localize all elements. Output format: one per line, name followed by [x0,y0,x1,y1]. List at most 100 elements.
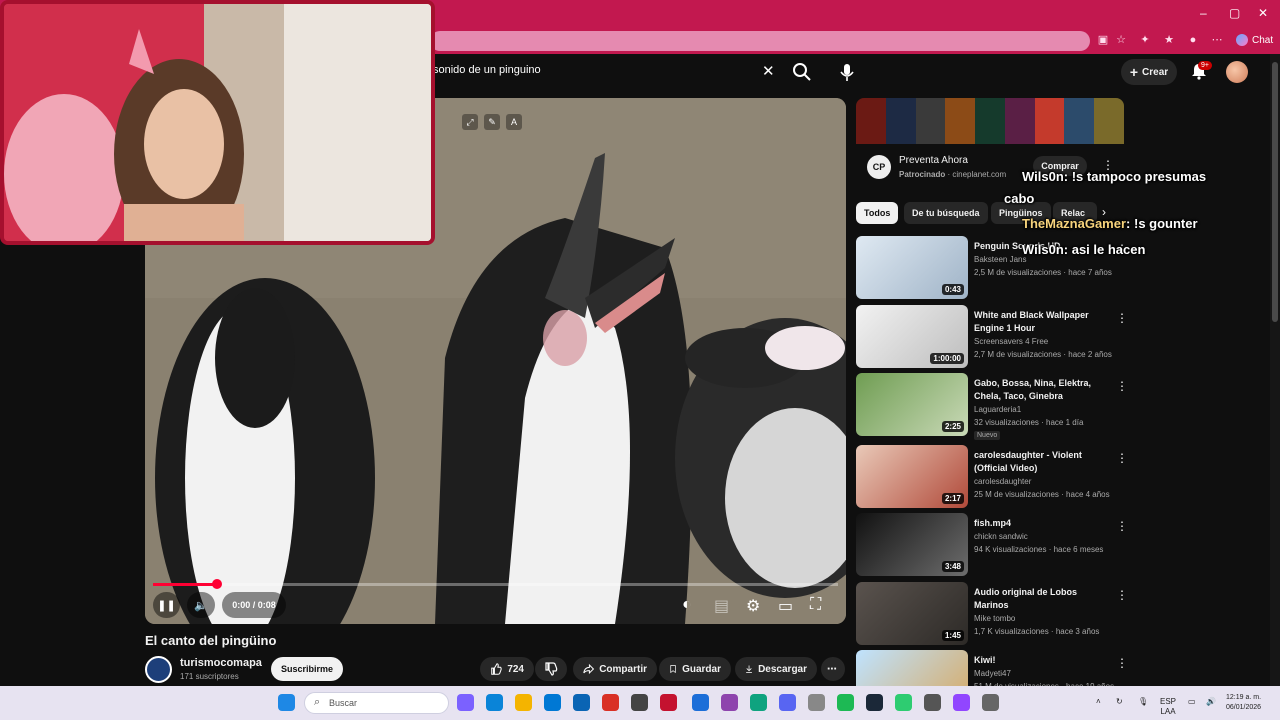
autoplay-toggle-icon[interactable]: ◐ [682,596,700,614]
tray-mic-icon[interactable]: 🎙 [1138,697,1148,706]
rec-channel[interactable]: Madyeti47 [974,667,1011,680]
fullscreen-icon[interactable]: ⛶ [810,596,828,614]
copilot-chat-button[interactable]: Chat [1232,31,1277,49]
edge-app-icon[interactable] [486,694,503,711]
split-screen-icon[interactable]: ▣ [1096,33,1110,47]
rec-title[interactable]: fish.mp4 [974,517,1106,530]
messaging-app-icon[interactable] [692,694,709,711]
ad-banner-image[interactable] [856,98,1124,144]
rec-channel[interactable]: Screensavers 4 Free [974,335,1048,348]
tray-chevron-icon[interactable]: ˄ [1096,697,1101,706]
share-button[interactable]: Compartir [573,657,657,681]
rec-channel[interactable]: Baksteen Jans [974,253,1026,266]
dislike-button[interactable] [535,657,567,681]
tool-app-icon[interactable] [982,694,999,711]
rec-thumbnail[interactable]: 2:17 [856,445,968,508]
taskbar-search[interactable]: ⌕ Buscar [304,692,449,714]
rec-menu-icon[interactable]: ⋮ [1116,588,1128,602]
create-button[interactable]: + Crear [1121,59,1177,85]
windows-start-icon[interactable] [278,694,295,711]
rec-thumbnail[interactable]: 1:00:00 [856,305,968,368]
maximize-button[interactable]: ▢ [1229,6,1240,20]
favorite-star-icon[interactable]: ☆ [1114,33,1128,47]
steam-app-icon[interactable] [866,694,883,711]
address-bar[interactable] [430,31,1090,51]
outlook-app-icon[interactable] [573,694,590,711]
channel-name[interactable]: turismocomapa [180,657,262,669]
tray-volume-icon[interactable]: 🔊 [1206,697,1216,706]
progress-scrubber[interactable] [212,579,222,589]
obs-app-icon[interactable] [924,694,941,711]
extensions-icon[interactable]: ✦ [1138,33,1152,47]
microphone-icon[interactable] [836,60,858,84]
discord-app-icon[interactable] [779,694,796,711]
tray-wifi-icon[interactable]: ▭ [1188,697,1196,706]
rec-channel[interactable]: Mike tombo [974,612,1015,625]
overlay-crop-icon[interactable]: ⤢ [462,114,478,130]
volume-button[interactable]: 🔈 [187,592,215,618]
copilot-app-icon[interactable] [457,694,474,711]
ad-title[interactable]: Preventa Ahora [899,155,968,166]
more-menu-icon[interactable]: ⋯ [1210,33,1224,47]
search-input[interactable]: sonido de un pinguino [433,64,541,76]
rec-menu-icon[interactable]: ⋮ [1116,451,1128,465]
rec-title[interactable]: Kiwi! [974,654,1106,667]
language-indicator[interactable]: ESP LAA [1160,697,1176,717]
settings-app-icon[interactable] [808,694,825,711]
green-app-icon[interactable] [895,694,912,711]
overlay-translate-icon[interactable]: A [506,114,522,130]
language-code: ESP [1160,697,1177,706]
download-button[interactable]: Descargar [735,657,817,681]
chat-user-3: Wils0n [1022,242,1064,257]
rec-thumbnail[interactable]: 2:25 [856,373,968,436]
screen: – ▢ ✕ ▣ ☆ ✦ ★ ● ⋯ Chat sonido de un ping… [0,0,1280,720]
media-app-icon[interactable] [631,694,648,711]
opera-app-icon[interactable] [602,694,619,711]
settings-gear-icon[interactable]: ⚙ [746,596,764,615]
miniplayer-icon[interactable]: ▭ [778,596,796,615]
favorites-icon[interactable]: ★ [1162,33,1176,47]
twitch-app-icon[interactable] [953,694,970,711]
subscribe-button[interactable]: Suscribirme [271,657,343,681]
minimize-button[interactable]: – [1200,6,1207,20]
profile-icon[interactable]: ● [1186,33,1200,47]
overlay-note-icon[interactable]: ✎ [484,114,500,130]
progress-track[interactable] [153,583,838,586]
file-explorer-icon[interactable] [515,694,532,711]
rec-thumbnail[interactable]: 0:43 [856,236,968,299]
more-actions-button[interactable]: ⋯ [821,657,845,681]
chat-label: Chat [1252,34,1274,46]
account-avatar[interactable] [1226,61,1248,83]
rec-channel[interactable]: chickn sandwic [974,530,1028,543]
rec-channel[interactable]: carolesdaughter [974,475,1031,488]
close-window-button[interactable]: ✕ [1258,6,1268,20]
search-icon[interactable] [790,60,814,84]
chip-todos[interactable]: Todos [856,202,899,224]
purple-app-icon[interactable] [721,694,738,711]
rec-title[interactable]: Gabo, Bossa, Nina, Elektra, Chela, Taco,… [974,377,1106,403]
rec-menu-icon[interactable]: ⋮ [1116,519,1128,533]
rec-thumbnail[interactable]: 1:45 [856,582,968,645]
scrollbar-thumb[interactable] [1272,62,1278,322]
red-app-icon[interactable] [660,694,677,711]
pause-button[interactable]: ❚❚ [153,592,180,618]
rec-thumbnail[interactable]: 3:48 [856,513,968,576]
store-app-icon[interactable] [544,694,561,711]
rec-menu-icon[interactable]: ⋮ [1116,656,1128,670]
rec-menu-icon[interactable]: ⋮ [1116,379,1128,393]
rec-channel[interactable]: Laguarderia1 [974,403,1021,416]
channel-avatar[interactable] [145,656,172,683]
tray-network-icon[interactable]: ↻ [1116,697,1123,706]
spotify-app-icon[interactable] [837,694,854,711]
save-button[interactable]: Guardar [659,657,731,681]
rec-title[interactable]: Audio original de Lobos Marinos [974,586,1106,612]
taskbar-clock[interactable]: 12:19 a. m. 06/01/2026 [1226,693,1261,713]
rec-title[interactable]: White and Black Wallpaper Engine 1 Hour [974,309,1106,335]
chip-de-tu-busqueda[interactable]: De tu búsqueda [904,202,988,224]
rec-title[interactable]: carolesdaughter - Violent (Official Vide… [974,449,1106,475]
like-button[interactable]: 724 [480,657,534,681]
clear-search-icon[interactable]: ✕ [762,62,775,80]
subtitles-icon[interactable]: ▤ [714,596,732,615]
chat-app-icon[interactable] [750,694,767,711]
rec-menu-icon[interactable]: ⋮ [1116,311,1128,325]
